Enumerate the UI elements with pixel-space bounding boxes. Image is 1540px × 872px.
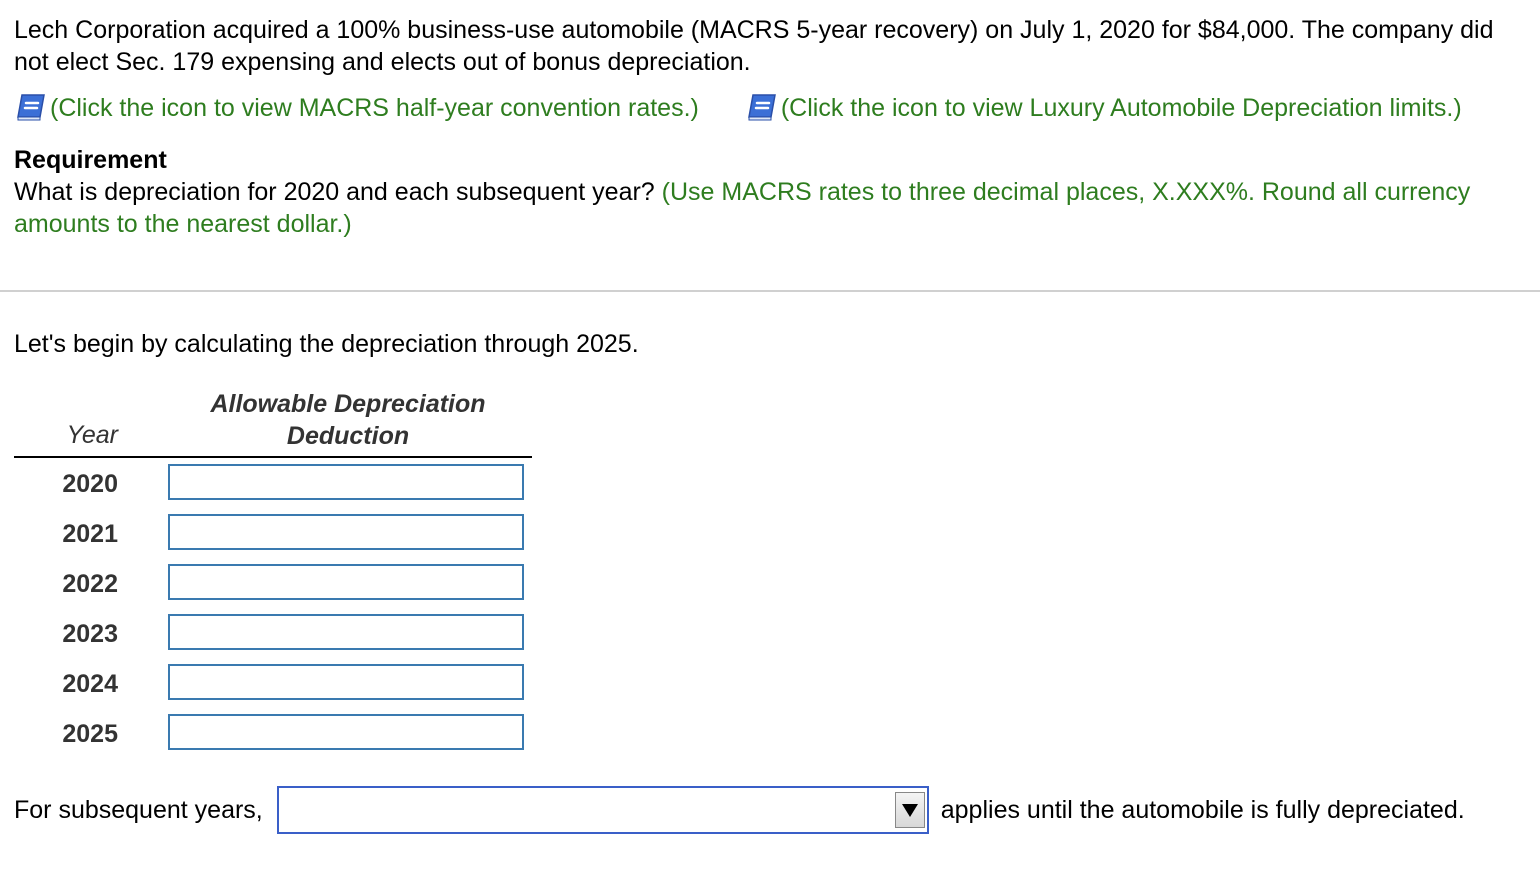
deduction-header-line2: Deduction xyxy=(286,422,410,450)
luxury-limits-link[interactable]: (Click the icon to view Luxury Automobil… xyxy=(781,94,1462,122)
table-row: 2020 xyxy=(14,458,532,508)
depreciation-table: Year Allowable Depreciation Deduction 20… xyxy=(14,388,532,758)
deduction-input-2025[interactable] xyxy=(168,714,524,750)
table-row: 2024 xyxy=(14,658,532,708)
year-cell: 2025 xyxy=(62,720,118,748)
book-icon[interactable] xyxy=(14,92,50,122)
triangle-down-icon[interactable] xyxy=(894,792,925,828)
table-row: 2021 xyxy=(14,508,532,558)
subsequent-prefix: For subsequent years, xyxy=(14,796,263,824)
subsequent-years-dropdown[interactable] xyxy=(276,786,929,834)
deduction-input-2023[interactable] xyxy=(168,614,524,650)
year-cell: 2022 xyxy=(62,570,118,598)
help-links: (Click the icon to view MACRS half-year … xyxy=(14,86,1534,130)
deduction-column-header: Allowable Depreciation Deduction xyxy=(180,388,516,452)
problem-page: Lech Corporation acquired a 100% busines… xyxy=(0,0,1540,872)
subsequent-years-sentence: For subsequent years, applies until the … xyxy=(14,784,1465,836)
year-cell: 2023 xyxy=(62,620,118,648)
requirement-question: What is depreciation for 2020 and each s… xyxy=(14,178,655,206)
section-divider xyxy=(0,290,1540,292)
year-column-header: Year xyxy=(66,421,118,449)
deduction-input-2020[interactable] xyxy=(168,464,524,500)
deduction-input-2022[interactable] xyxy=(168,564,524,600)
book-icon[interactable] xyxy=(745,92,781,122)
requirement-heading: Requirement xyxy=(14,146,167,174)
deduction-header-line1: Allowable Depreciation xyxy=(210,390,486,418)
table-row: 2022 xyxy=(14,558,532,608)
deduction-input-2021[interactable] xyxy=(168,514,524,550)
year-cell: 2024 xyxy=(62,670,118,698)
year-cell: 2021 xyxy=(62,520,118,548)
intro-text: Let's begin by calculating the depreciat… xyxy=(14,330,639,358)
year-cell: 2020 xyxy=(62,470,118,498)
subsequent-suffix: applies until the automobile is fully de… xyxy=(940,796,1465,824)
problem-section: Lech Corporation acquired a 100% busines… xyxy=(14,14,1534,240)
deduction-input-2024[interactable] xyxy=(168,664,524,700)
table-header: Year Allowable Depreciation Deduction xyxy=(14,388,532,458)
problem-statement: Lech Corporation acquired a 100% busines… xyxy=(14,16,1494,76)
table-row: 2023 xyxy=(14,608,532,658)
table-row: 2025 xyxy=(14,708,532,758)
requirement-text: What is depreciation for 2020 and each s… xyxy=(14,176,1534,240)
macrs-rates-link[interactable]: (Click the icon to view MACRS half-year … xyxy=(50,94,699,122)
